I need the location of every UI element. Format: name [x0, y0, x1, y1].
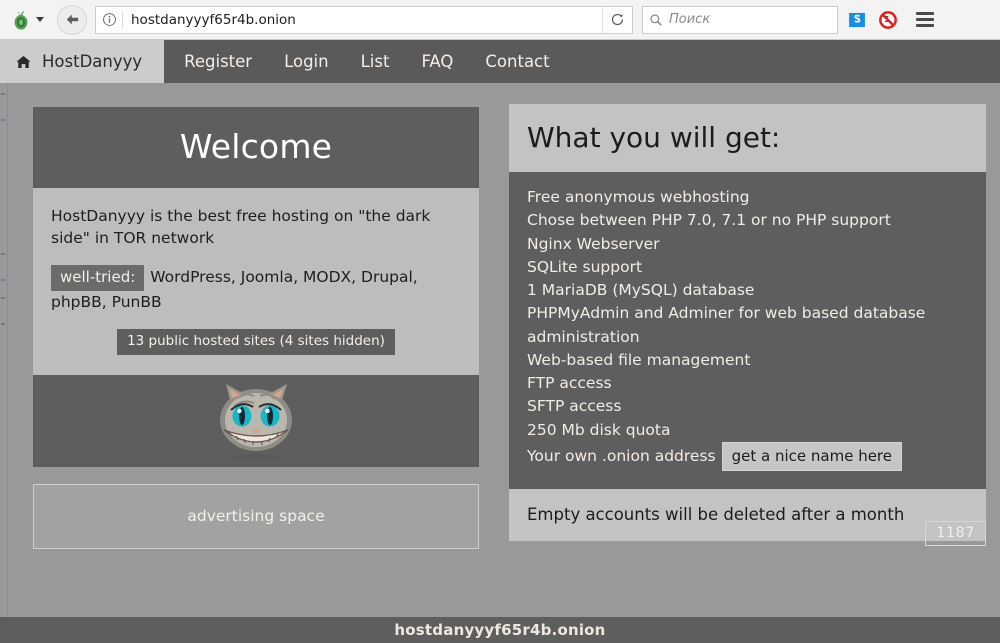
search-bar[interactable]: Поиск: [642, 6, 838, 34]
noscript-button[interactable]: [878, 10, 898, 30]
nav-link-login[interactable]: Login: [268, 40, 345, 83]
nav-link-register[interactable]: Register: [164, 40, 268, 83]
home-icon: [16, 55, 31, 69]
features-list: Free anonymous webhosting Chose between …: [527, 186, 968, 471]
list-item: FTP access: [527, 372, 968, 395]
hit-counter: 1187: [925, 521, 986, 546]
reload-icon: [610, 12, 625, 27]
site-footer: hostdanyyyf65r4b.onion: [0, 617, 1000, 643]
search-input[interactable]: Поиск: [669, 12, 837, 27]
search-icon: [643, 13, 669, 27]
features-body: Free anonymous webhosting Chose between …: [509, 172, 986, 489]
url-bar[interactable]: hostdanyyyf65r4b.onion: [95, 6, 633, 34]
cheshire-cat-image: [200, 378, 312, 464]
features-footer-note: Empty accounts will be deleted after a m…: [509, 489, 986, 541]
list-item: 1 MariaDB (MySQL) database: [527, 279, 968, 302]
reload-button[interactable]: [602, 7, 632, 33]
site-identity-info-icon[interactable]: [96, 12, 122, 27]
onion-address-label: Your own .onion address: [527, 447, 716, 465]
site-navbar: HostDanyyy Register Login List FAQ Conta…: [0, 40, 1000, 83]
features-column: What you will get: Free anonymous webhos…: [509, 104, 986, 541]
https-everywhere-icon: [847, 10, 867, 30]
list-item: Nginx Webserver: [527, 233, 968, 256]
background-window-sliver: [0, 83, 8, 617]
list-item: SFTP access: [527, 395, 968, 418]
hamburger-menu-icon: [916, 12, 934, 15]
browser-toolbar: hostdanyyyf65r4b.onion Поиск: [0, 0, 1000, 40]
nav-brand-label: HostDanyyy: [42, 52, 142, 71]
page-content: Welcome HostDanyyy is the best free host…: [0, 83, 1000, 617]
extension-buttons: [847, 10, 898, 30]
advertising-space[interactable]: advertising space: [33, 484, 479, 549]
welcome-panel: Welcome HostDanyyy is the best free host…: [33, 107, 479, 467]
well-tried-row: well-tried:WordPress, Joomla, MODX, Drup…: [51, 265, 461, 313]
url-text: hostdanyyyf65r4b.onion: [123, 12, 602, 28]
list-item: Web-based file management: [527, 349, 968, 372]
tor-onion-icon: [10, 9, 32, 31]
list-item: PHPMyAdmin and Adminer for web based dat…: [527, 302, 968, 349]
list-item-onion-address: Your own .onion address get a nice name h…: [527, 442, 968, 472]
well-tried-badge: well-tried:: [51, 265, 144, 291]
sites-count-row: 13 public hosted sites (4 sites hidden): [51, 329, 461, 355]
tor-onion-menu-button[interactable]: [6, 7, 48, 33]
toolbar-left-group: hostdanyyyf65r4b.onion Поиск: [0, 5, 938, 35]
nav-link-contact[interactable]: Contact: [469, 40, 565, 83]
list-item: 250 Mb disk quota: [527, 419, 968, 442]
sites-count-badge: 13 public hosted sites (4 sites hidden): [117, 329, 395, 355]
chevron-down-icon: [36, 17, 44, 22]
welcome-body: HostDanyyy is the best free hosting on "…: [33, 188, 479, 375]
https-everywhere-button[interactable]: [847, 10, 867, 30]
nav-brand-hostdanyyy[interactable]: HostDanyyy: [0, 40, 164, 83]
welcome-intro: HostDanyyy is the best free hosting on "…: [51, 205, 461, 249]
back-button[interactable]: [57, 5, 87, 35]
nav-link-list[interactable]: List: [345, 40, 406, 83]
list-item: Free anonymous webhosting: [527, 186, 968, 209]
features-panel: What you will get: Free anonymous webhos…: [509, 104, 986, 541]
back-arrow-icon: [64, 11, 81, 28]
list-item: SQLite support: [527, 256, 968, 279]
mascot-box: [33, 375, 479, 467]
welcome-title: Welcome: [33, 107, 479, 188]
features-title: What you will get:: [509, 104, 986, 172]
menu-button[interactable]: [912, 12, 938, 27]
noscript-icon: [878, 10, 898, 30]
nav-links: Register Login List FAQ Contact: [164, 40, 565, 83]
get-nice-name-button[interactable]: get a nice name here: [722, 442, 902, 472]
footer-domain: hostdanyyyf65r4b.onion: [394, 621, 605, 639]
nav-link-faq[interactable]: FAQ: [405, 40, 469, 83]
welcome-column: Welcome HostDanyyy is the best free host…: [33, 107, 479, 549]
list-item: Chose between PHP 7.0, 7.1 or no PHP sup…: [527, 209, 968, 232]
